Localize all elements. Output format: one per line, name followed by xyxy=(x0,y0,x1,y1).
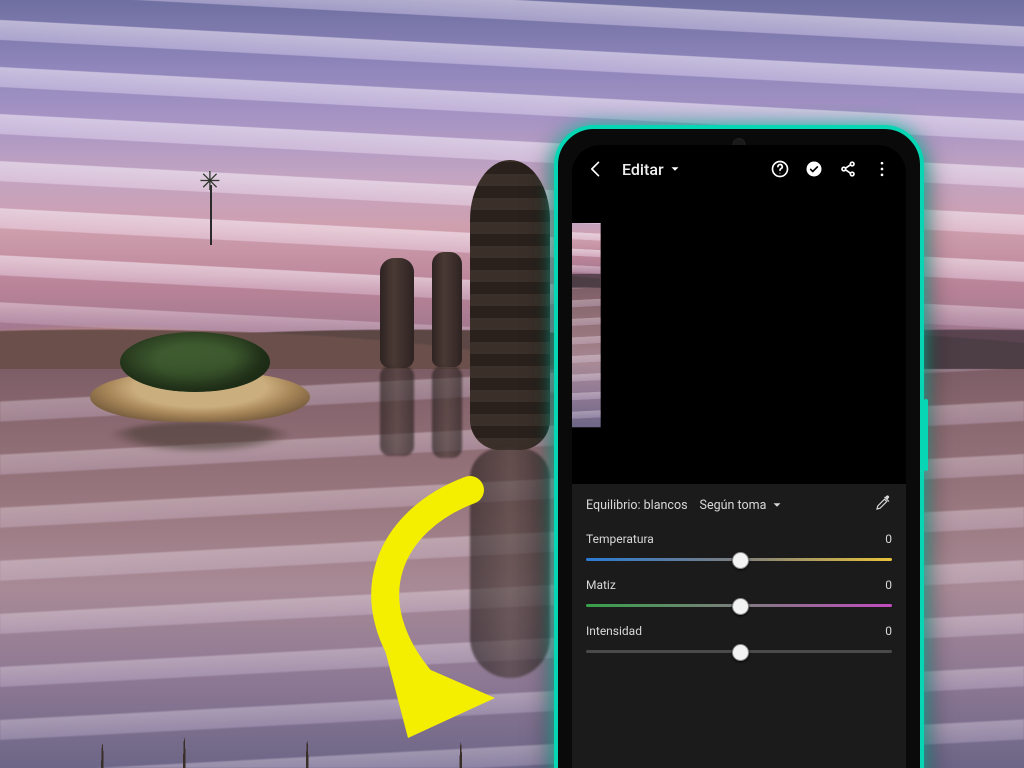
distant-palm xyxy=(210,185,212,245)
intensity-value: 0 xyxy=(885,624,892,638)
tint-label: Matiz xyxy=(586,578,616,592)
tint-slider[interactable]: Matiz 0 xyxy=(586,578,892,614)
screen-title-dropdown[interactable]: Editar xyxy=(622,160,682,179)
app-bar: Editar xyxy=(572,145,906,193)
palm-trunk xyxy=(380,258,414,368)
chevron-down-icon xyxy=(770,498,784,512)
white-balance-preset-value: Según toma xyxy=(700,498,767,513)
tint-value: 0 xyxy=(885,578,892,592)
intensity-label: Intensidad xyxy=(586,624,642,638)
chevron-down-icon xyxy=(668,162,682,176)
white-balance-preset-dropdown[interactable]: Según toma xyxy=(700,498,785,513)
adjustments-panel: Equilibrio: blancos Según toma Temperatu… xyxy=(572,483,906,768)
image-preview[interactable] xyxy=(572,223,906,483)
more-button[interactable] xyxy=(868,155,896,183)
temperature-value: 0 xyxy=(885,532,892,546)
intensity-slider[interactable]: Intensidad 0 xyxy=(586,624,892,660)
palm-trunk xyxy=(432,252,462,367)
phone-power-button xyxy=(924,399,928,471)
confirm-button[interactable] xyxy=(800,155,828,183)
phone-device: Editar xyxy=(554,125,924,768)
island xyxy=(90,332,310,442)
palm-trunk-large xyxy=(470,160,550,450)
temperature-slider[interactable]: Temperatura 0 xyxy=(586,532,892,568)
white-balance-label: Equilibrio: blancos xyxy=(586,498,688,513)
eyedropper-button[interactable] xyxy=(874,494,892,516)
temperature-label: Temperatura xyxy=(586,532,654,546)
app-screen: Editar xyxy=(572,145,906,768)
share-button[interactable] xyxy=(834,155,862,183)
help-button[interactable] xyxy=(766,155,794,183)
back-button[interactable] xyxy=(582,155,610,183)
screen-title-label: Editar xyxy=(622,160,664,179)
